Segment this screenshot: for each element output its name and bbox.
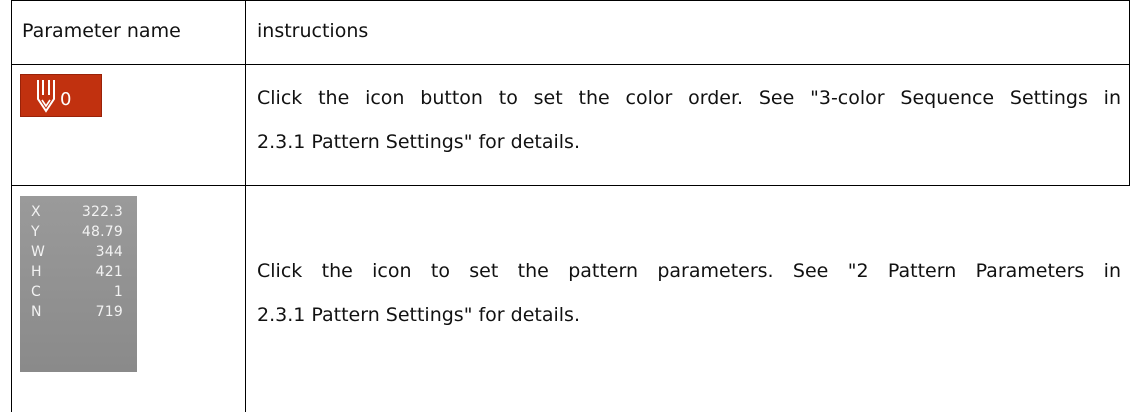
needle-icon: [37, 80, 55, 113]
header-parameter-name: Parameter name: [22, 20, 181, 42]
table-column-divider: [245, 0, 246, 412]
instruction-pattern-parameters: Click the icon to set the pattern parame…: [257, 249, 1121, 337]
param-key: Y: [31, 224, 40, 240]
instruction-color-order: Click the icon button to set the color o…: [257, 76, 1121, 164]
param-key: H: [31, 264, 42, 280]
param-value: 322.3: [81, 204, 123, 220]
pattern-parameters-panel[interactable]: X 322.3 Y 48.79 W 344 H 421 C 1 N 719: [20, 196, 137, 372]
param-key: W: [31, 244, 46, 260]
instruction-line: 2.3.1 Pattern Settings" for details.: [257, 131, 580, 153]
instruction-line: Click the icon to set the pattern parame…: [257, 260, 1121, 282]
table-row-divider: [11, 64, 1130, 65]
param-row-h: H 421: [28, 262, 129, 282]
table-border-left: [11, 0, 12, 412]
param-value: 421: [95, 264, 123, 280]
instruction-line: Click the icon button to set the color o…: [257, 87, 1121, 109]
param-key: N: [31, 304, 42, 320]
header-instructions: instructions: [257, 20, 369, 42]
param-row-x: X 322.3: [28, 202, 129, 222]
param-row-w: W 344: [28, 242, 129, 262]
param-value: 719: [95, 304, 123, 320]
param-row-y: Y 48.79: [28, 222, 129, 242]
param-row-n: N 719: [28, 302, 129, 322]
param-value: 1: [113, 284, 123, 300]
instruction-line: 2.3.1 Pattern Settings" for details.: [257, 304, 580, 326]
color-order-button[interactable]: 0: [20, 74, 102, 117]
table-border-top: [11, 0, 1130, 1]
param-key: C: [31, 284, 41, 300]
param-value: 344: [95, 244, 123, 260]
param-row-c: C 1: [28, 282, 129, 302]
table-row-divider: [11, 185, 1130, 186]
param-key: X: [31, 204, 41, 220]
param-value: 48.79: [81, 224, 123, 240]
table-border-right: [1129, 0, 1130, 186]
color-order-number: 0: [60, 89, 72, 110]
